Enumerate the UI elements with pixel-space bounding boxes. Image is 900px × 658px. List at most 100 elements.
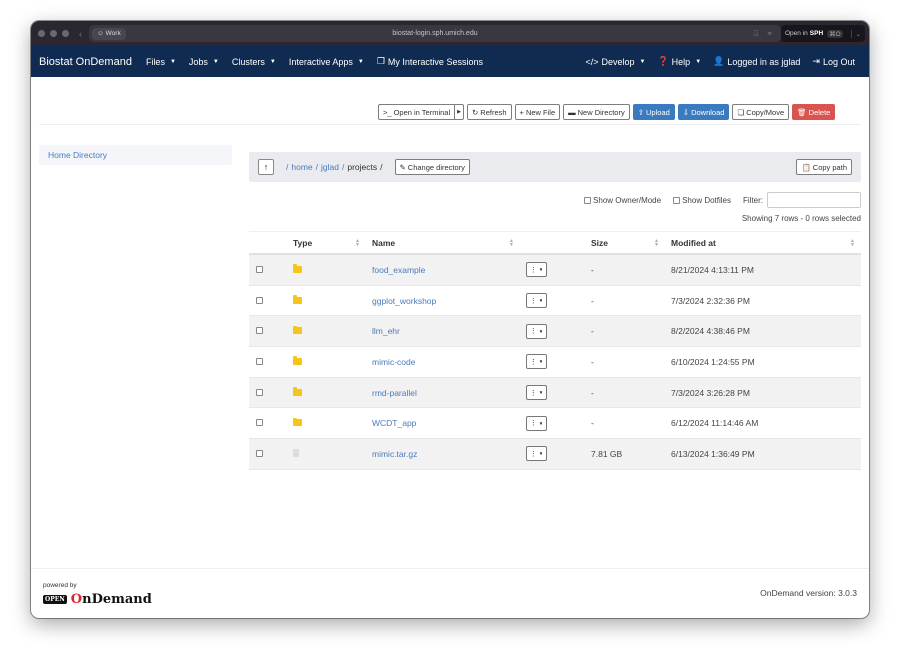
sidebar-item-home-directory[interactable]: Home Directory bbox=[39, 145, 232, 165]
delete-button[interactable]: 🗑 Delete bbox=[792, 104, 836, 120]
checkbox[interactable] bbox=[584, 196, 592, 204]
open-in-app-button[interactable]: Open in SPH ⌘O ⌄ bbox=[781, 25, 865, 42]
nav-help[interactable]: ❓ Help ▼ bbox=[657, 56, 701, 67]
sort-icon[interactable]: ▲ ▼ bbox=[355, 238, 360, 247]
show-dotfiles-toggle[interactable]: Show Dotfiles bbox=[673, 196, 731, 205]
file-name-link[interactable]: mimic-code bbox=[372, 357, 415, 367]
show-owner-mode-toggle[interactable]: Show Owner/Mode bbox=[584, 196, 661, 205]
checkbox[interactable] bbox=[256, 265, 263, 273]
nav-log-out[interactable]: ⇥ Log Out bbox=[812, 56, 855, 67]
back-icon[interactable]: ‹ bbox=[79, 29, 82, 39]
shortcut-hint: ⌘O bbox=[827, 29, 843, 38]
row-actions-button[interactable]: ⋮ ▼ bbox=[526, 323, 547, 339]
row-checkbox[interactable] bbox=[256, 357, 265, 367]
logo-wordmark: OnDemand bbox=[71, 592, 152, 607]
checkbox[interactable] bbox=[256, 357, 263, 365]
row-checkbox[interactable] bbox=[256, 326, 265, 336]
chevron-down-icon[interactable]: ⌄ bbox=[850, 29, 861, 38]
checkbox[interactable] bbox=[256, 419, 263, 427]
button-label: Open in Terminal bbox=[393, 107, 451, 117]
checkbox[interactable] bbox=[673, 196, 681, 204]
table-row[interactable]: WCDT_app ⋮ ▼ - 6/12/2024 11:14:46 AM bbox=[249, 408, 861, 440]
filter-input[interactable] bbox=[767, 192, 861, 208]
nav-develop[interactable]: </> Develop ▼ bbox=[585, 57, 645, 67]
table-row[interactable]: llm_ehr ⋮ ▼ - 8/2/2024 4:38:46 PM bbox=[249, 316, 861, 348]
table-row[interactable]: ggplot_workshop ⋮ ▼ - 7/3/2024 2:32:36 PM bbox=[249, 286, 861, 317]
nav-my-interactive-sessions[interactable]: ❐ My Interactive Sessions bbox=[377, 56, 483, 67]
size-cell: - bbox=[591, 387, 594, 398]
link-icon[interactable]: ⚭ bbox=[766, 29, 773, 39]
checkbox[interactable] bbox=[256, 296, 263, 304]
nav-label: Clusters bbox=[231, 56, 265, 67]
table-row[interactable]: mimic-code ⋮ ▼ - 6/10/2024 1:24:55 PM bbox=[249, 347, 861, 378]
nav-label: Interactive Apps bbox=[288, 56, 353, 67]
table-filters: Show Owner/Mode Show Dotfiles Filter: bbox=[584, 192, 861, 208]
code-icon: </> bbox=[585, 56, 599, 67]
ellipsis-vertical-icon: ⋮ bbox=[529, 358, 537, 366]
breadcrumb: / home / jglad / projects / bbox=[286, 162, 383, 172]
row-checkbox[interactable] bbox=[256, 418, 265, 428]
header-size[interactable]: Size bbox=[591, 238, 608, 248]
table-row[interactable]: mimic.tar.gz ⋮ ▼ 7.81 GB 6/13/2024 1:36:49 P… bbox=[249, 439, 861, 470]
breadcrumb-jglad[interactable]: jglad bbox=[321, 162, 339, 172]
extension-icon[interactable]: ⍈ bbox=[753, 29, 758, 39]
row-checkbox[interactable] bbox=[256, 388, 265, 398]
brand-link[interactable]: Biostat OnDemand bbox=[39, 56, 132, 68]
header-name[interactable]: Name bbox=[372, 238, 395, 248]
download-button[interactable]: ⇩ Download bbox=[677, 104, 730, 120]
row-actions-button[interactable]: ⋮ ▼ bbox=[526, 446, 547, 462]
folder-icon bbox=[293, 325, 302, 335]
row-checkbox[interactable] bbox=[256, 265, 265, 275]
actions-cell: ⋮ ▼ bbox=[526, 415, 547, 431]
sort-icon[interactable]: ▲ ▼ bbox=[654, 238, 659, 247]
nav-clusters[interactable]: Clusters ▼ bbox=[232, 57, 276, 67]
row-actions-button[interactable]: ⋮ ▼ bbox=[526, 415, 547, 431]
row-actions-button[interactable]: ⋮ ▼ bbox=[526, 262, 547, 278]
table-row[interactable]: rmd-parallel ⋮ ▼ - 7/3/2024 3:26:28 PM bbox=[249, 377, 861, 409]
maximize-window-button[interactable] bbox=[62, 30, 69, 37]
new-directory-button[interactable]: ▬ New Directory bbox=[563, 104, 630, 120]
terminal-dropdown-toggle[interactable]: ▶ bbox=[455, 104, 464, 120]
checkbox[interactable] bbox=[256, 388, 263, 396]
profile-chip[interactable]: ☺ Work bbox=[92, 27, 126, 40]
checkbox[interactable] bbox=[256, 449, 263, 457]
file-name-link[interactable]: WCDT_app bbox=[372, 418, 416, 428]
file-name-link[interactable]: mimic.tar.gz bbox=[372, 449, 417, 459]
file-name-link[interactable]: ggplot_workshop bbox=[372, 296, 436, 306]
refresh-button[interactable]: ↻ Refresh bbox=[466, 104, 512, 120]
breadcrumb-home[interactable]: home bbox=[291, 162, 312, 172]
row-checkbox[interactable] bbox=[256, 296, 265, 306]
new-file-button[interactable]: + New File bbox=[514, 104, 561, 120]
ellipsis-vertical-icon: ⋮ bbox=[529, 328, 537, 336]
sort-icon[interactable]: ▲ ▼ bbox=[850, 238, 855, 247]
address-bar[interactable]: ☺ Work biostat-login.sph.umich.edu ⍈ ⚭ bbox=[89, 25, 781, 42]
change-directory-button[interactable]: ✎ Change directory bbox=[394, 159, 470, 175]
file-name-link[interactable]: rmd-parallel bbox=[372, 388, 417, 398]
nav-interactive-apps[interactable]: Interactive Apps ▼ bbox=[289, 57, 364, 67]
table-row[interactable]: food_example ⋮ ▼ - 8/21/2024 4:13:11 PM bbox=[249, 255, 861, 286]
copy-move-button[interactable]: ❏ Copy/Move bbox=[732, 104, 790, 120]
nav-jobs[interactable]: Jobs ▼ bbox=[189, 57, 219, 67]
folder-icon bbox=[293, 264, 302, 273]
sort-icon[interactable]: ▲ ▼ bbox=[509, 238, 514, 247]
row-actions-button[interactable]: ⋮ ▼ bbox=[526, 354, 547, 370]
close-window-button[interactable] bbox=[38, 30, 45, 37]
row-actions-button[interactable]: ⋮ ▼ bbox=[526, 293, 547, 309]
open-in-terminal-button[interactable]: >_ Open in Terminal bbox=[378, 104, 456, 120]
file-name-link[interactable]: food_example bbox=[372, 265, 425, 275]
checkbox[interactable] bbox=[256, 327, 263, 335]
copy-path-button[interactable]: 📋 Copy path bbox=[796, 159, 852, 175]
file-name-link[interactable]: llm_ehr bbox=[372, 326, 400, 336]
nav-user[interactable]: 👤 Logged in as jglad bbox=[713, 56, 800, 67]
header-type[interactable]: Type bbox=[293, 238, 312, 248]
upload-button[interactable]: ⇧ Upload bbox=[632, 104, 675, 120]
minimize-window-button[interactable] bbox=[50, 30, 57, 37]
row-actions-button[interactable]: ⋮ ▼ bbox=[526, 385, 547, 401]
row-checkbox[interactable] bbox=[256, 449, 265, 459]
size-cell: - bbox=[591, 264, 594, 275]
nav-files[interactable]: Files ▼ bbox=[146, 57, 176, 67]
divider bbox=[39, 124, 861, 125]
header-modified[interactable]: Modified at bbox=[671, 238, 716, 248]
url-text: biostat-login.sph.umich.edu bbox=[392, 30, 478, 37]
go-up-button[interactable]: ↑ bbox=[258, 159, 274, 175]
